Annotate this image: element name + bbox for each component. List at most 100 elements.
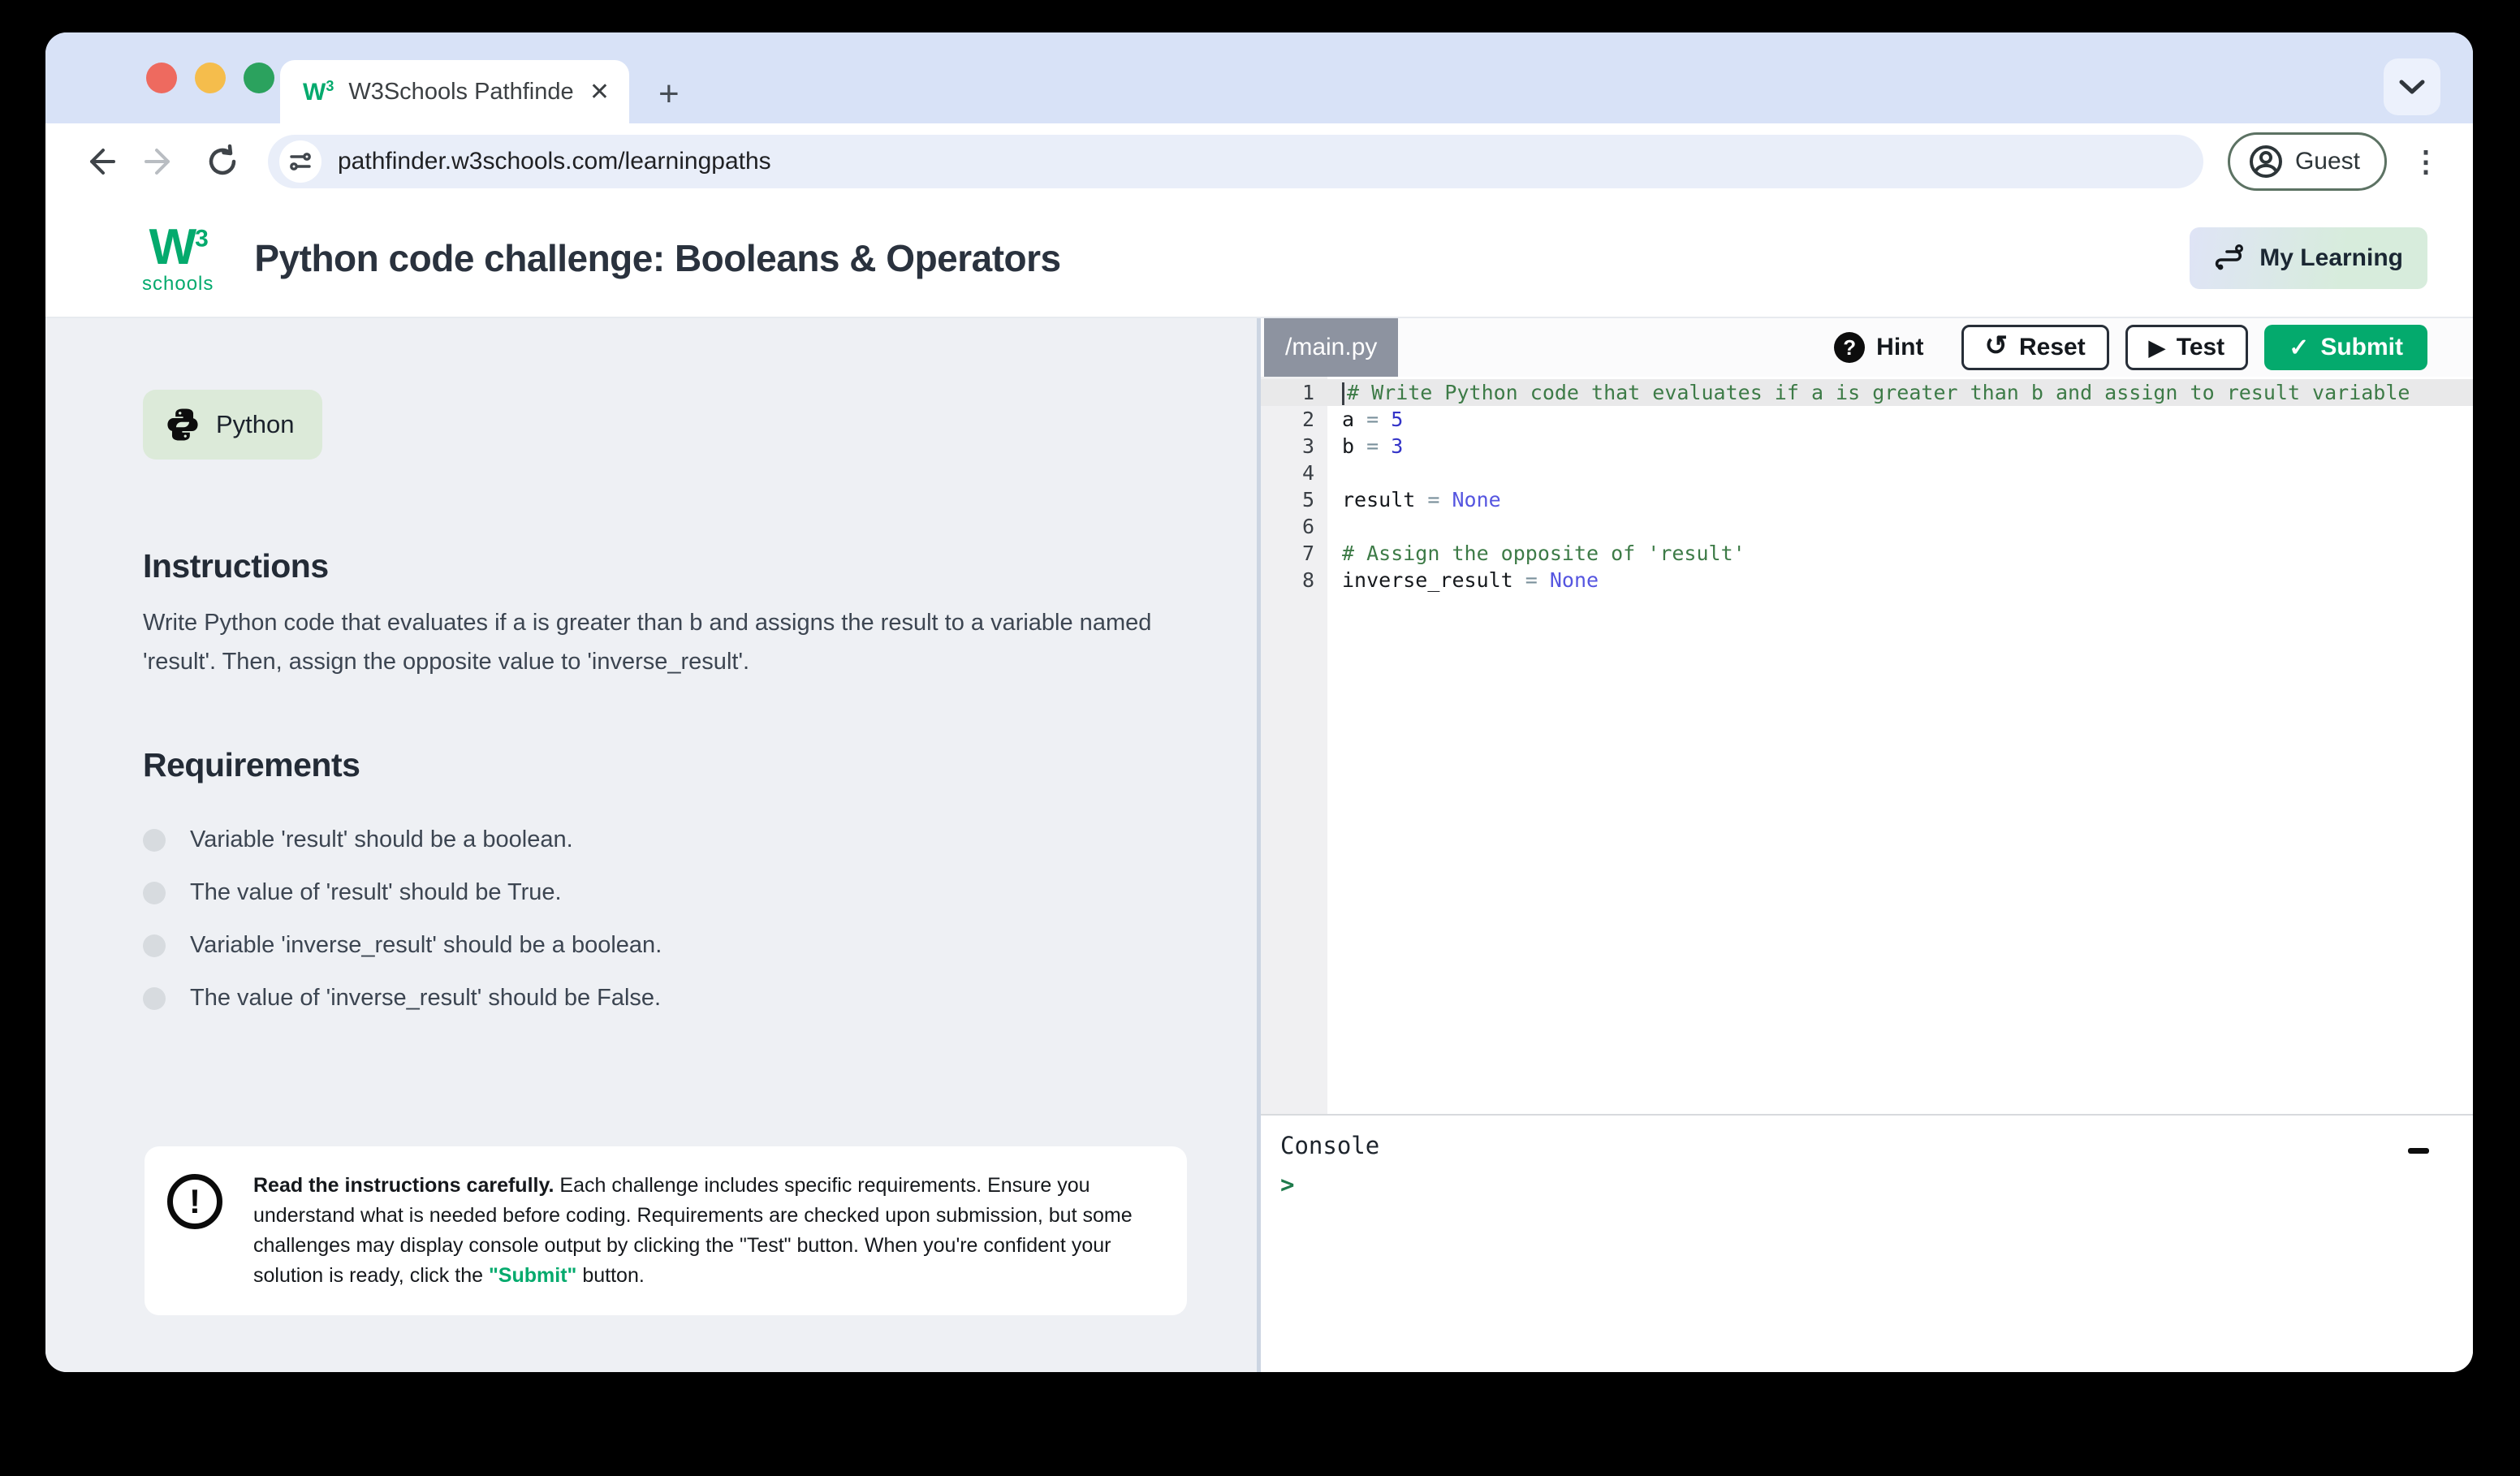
learning-path-icon: [2214, 242, 2246, 274]
language-badge-label: Python: [216, 410, 295, 439]
editor-toolbar: /main.py ? Hint ↺ Reset ▶ Test: [1261, 318, 2473, 377]
console-panel: Console >: [1261, 1114, 2473, 1372]
language-badge: Python: [143, 390, 322, 460]
python-icon: [164, 406, 201, 443]
line-number: 8: [1261, 568, 1327, 592]
code-text: inverse_result = None: [1327, 568, 1599, 592]
requirement-text: Variable 'inverse_result' should be a bo…: [190, 932, 662, 959]
code-line: 6: [1261, 513, 2473, 540]
line-number: 6: [1261, 515, 1327, 538]
forward-arrow-icon: [143, 144, 179, 179]
line-number: 5: [1261, 488, 1327, 511]
requirement-text: Variable 'result' should be a boolean.: [190, 826, 573, 853]
back-arrow-icon: [81, 144, 117, 179]
submit-label: Submit: [2320, 334, 2403, 361]
code-text: # Assign the opposite of 'result': [1327, 542, 1745, 565]
line-number: 3: [1261, 434, 1327, 458]
url-bar[interactable]: pathfinder.w3schools.com/learningpaths: [268, 135, 2203, 188]
console-prompt: >: [1280, 1171, 2473, 1198]
editor-actions: ? Hint ↺ Reset ▶ Test ✓ Submit: [1834, 318, 2427, 377]
browser-menu-button[interactable]: ⋮: [2411, 145, 2440, 179]
note-box: ! Read the instructions carefully. Each …: [145, 1146, 1187, 1315]
test-label: Test: [2177, 334, 2224, 361]
code-line: 8inverse_result = None: [1261, 567, 2473, 593]
requirement-text: The value of 'inverse_result' should be …: [190, 985, 661, 1012]
console-collapse-button[interactable]: [2408, 1138, 2432, 1163]
submit-button[interactable]: ✓ Submit: [2264, 325, 2427, 370]
file-tab-main-py[interactable]: /main.py: [1264, 318, 1398, 377]
traffic-lights: [146, 63, 274, 93]
requirement-item: Variable 'inverse_result' should be a bo…: [143, 919, 1257, 972]
requirement-status-icon: [143, 987, 166, 1010]
guest-profile-button[interactable]: Guest: [2228, 132, 2387, 191]
my-learning-label: My Learning: [2259, 244, 2403, 272]
code-line: 7# Assign the opposite of 'result': [1261, 540, 2473, 567]
code-line: 1# Write Python code that evaluates if a…: [1261, 379, 2473, 406]
requirement-text: The value of 'result' should be True.: [190, 879, 562, 906]
requirement-status-icon: [143, 934, 166, 957]
browser-toolbar: pathfinder.w3schools.com/learningpaths G…: [45, 123, 2473, 200]
text-cursor: [1342, 382, 1344, 405]
help-icon: ?: [1834, 332, 1865, 363]
requirement-item: The value of 'inverse_result' should be …: [143, 972, 1257, 1025]
code-text: # Write Python code that evaluates if a …: [1327, 381, 2410, 405]
requirement-status-icon: [143, 882, 166, 904]
instructions-text: Write Python code that evaluates if a is…: [143, 603, 1190, 681]
close-tab-icon[interactable]: ✕: [589, 78, 610, 106]
main-content: Python Instructions Write Python code th…: [45, 318, 2473, 1372]
code-text: a = 5: [1327, 408, 1403, 431]
url-text: pathfinder.w3schools.com/learningpaths: [338, 148, 771, 175]
minus-icon: [2408, 1148, 2429, 1154]
requirements-title: Requirements: [143, 746, 1257, 784]
user-icon: [2248, 144, 2284, 179]
code-text: b = 3: [1327, 434, 1403, 458]
tab-search-chevron-button[interactable]: [2384, 58, 2440, 115]
close-window-button[interactable]: [146, 63, 177, 93]
site-settings-icon[interactable]: [279, 140, 321, 183]
chevron-down-icon: [2398, 78, 2426, 96]
line-number: 4: [1261, 461, 1327, 485]
reload-icon: [205, 144, 240, 179]
line-number: 2: [1261, 408, 1327, 431]
reset-label: Reset: [2019, 334, 2086, 361]
reset-button[interactable]: ↺ Reset: [1961, 325, 2109, 370]
page-header: W3 schools Python code challenge: Boolea…: [45, 200, 2473, 318]
code-rows: 1# Write Python code that evaluates if a…: [1261, 377, 2473, 593]
reload-button[interactable]: [205, 144, 240, 179]
code-editor[interactable]: 1# Write Python code that evaluates if a…: [1261, 377, 2473, 1114]
test-button[interactable]: ▶ Test: [2125, 325, 2248, 370]
code-line: 3b = 3: [1261, 433, 2473, 460]
requirement-item: The value of 'result' should be True.: [143, 866, 1257, 919]
my-learning-button[interactable]: My Learning: [2190, 227, 2427, 289]
editor-panel: /main.py ? Hint ↺ Reset ▶ Test: [1261, 318, 2473, 1372]
code-line: 5result = None: [1261, 486, 2473, 513]
challenge-panel: Python Instructions Write Python code th…: [45, 318, 1257, 1372]
requirement-status-icon: [143, 829, 166, 852]
hint-button[interactable]: ? Hint: [1834, 332, 1923, 363]
code-text: result = None: [1327, 488, 1501, 511]
browser-tab[interactable]: W3 W3Schools Pathfinder ✕: [280, 60, 629, 123]
zoom-window-button[interactable]: [244, 63, 274, 93]
back-button[interactable]: [81, 144, 117, 179]
line-number: 7: [1261, 542, 1327, 565]
browser-window: W3 W3Schools Pathfinder ✕ + pathfinder.w…: [45, 32, 2473, 1372]
new-tab-button[interactable]: +: [658, 76, 680, 112]
check-icon: ✓: [2289, 334, 2309, 362]
code-line: 4: [1261, 460, 2473, 486]
instructions-title: Instructions: [143, 547, 1257, 585]
line-number: 1: [1261, 381, 1327, 404]
note-text: Read the instructions carefully. Each ch…: [253, 1171, 1164, 1291]
tab-strip: W3 W3Schools Pathfinder ✕ +: [45, 32, 2473, 123]
code-line: 2a = 5: [1261, 406, 2473, 433]
guest-label: Guest: [2295, 148, 2360, 175]
minimize-window-button[interactable]: [195, 63, 226, 93]
play-icon: ▶: [2149, 335, 2165, 360]
console-title: Console: [1280, 1132, 2473, 1159]
w3schools-logo[interactable]: W3 schools: [142, 222, 214, 294]
w3schools-favicon-icon: W3: [303, 79, 334, 105]
reset-icon: ↺: [1985, 332, 2009, 360]
tab-title: W3Schools Pathfinder: [348, 79, 575, 106]
forward-button[interactable]: [143, 144, 179, 179]
hint-label: Hint: [1876, 334, 1923, 361]
page-title: Python code challenge: Booleans & Operat…: [254, 236, 1060, 280]
